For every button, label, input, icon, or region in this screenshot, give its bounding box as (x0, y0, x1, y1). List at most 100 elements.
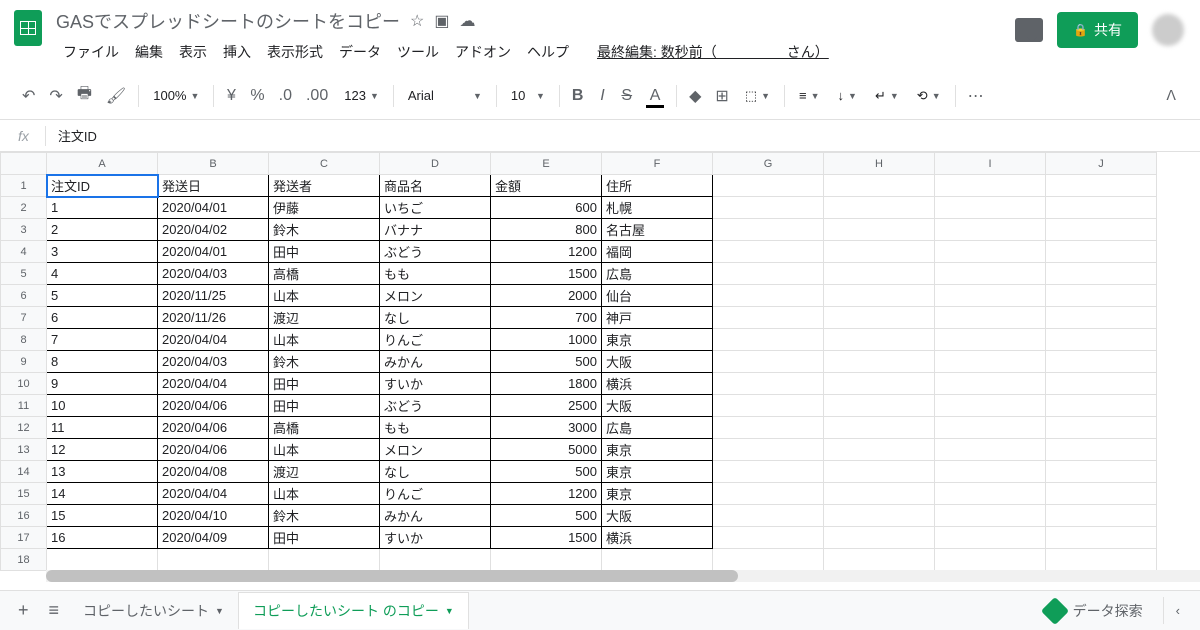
cell-B6[interactable]: 2020/11/25 (158, 285, 269, 307)
wrap-button[interactable]: ↵▼ (867, 84, 907, 108)
cell-H17[interactable] (824, 527, 935, 549)
cell-H2[interactable] (824, 197, 935, 219)
cell-I14[interactable] (935, 461, 1046, 483)
cell-C2[interactable]: 伊藤 (269, 197, 380, 219)
cell-D18[interactable] (380, 549, 491, 571)
borders-button[interactable]: ⊞ (709, 82, 734, 110)
row-header-15[interactable]: 15 (1, 483, 47, 505)
cell-F4[interactable]: 福岡 (602, 241, 713, 263)
cell-E15[interactable]: 1200 (491, 483, 602, 505)
cell-F11[interactable]: 大阪 (602, 395, 713, 417)
row-header-9[interactable]: 9 (1, 351, 47, 373)
cell-D16[interactable]: みかん (380, 505, 491, 527)
currency-button[interactable]: ¥ (220, 83, 242, 109)
cell-J8[interactable] (1046, 329, 1157, 351)
cell-I8[interactable] (935, 329, 1046, 351)
cloud-icon[interactable]: ☁ (459, 11, 475, 31)
cell-G16[interactable] (713, 505, 824, 527)
cell-A16[interactable]: 15 (47, 505, 158, 527)
cell-B1[interactable]: 発送日 (158, 175, 269, 197)
cell-B10[interactable]: 2020/04/04 (158, 373, 269, 395)
cell-D8[interactable]: りんご (380, 329, 491, 351)
cell-J9[interactable] (1046, 351, 1157, 373)
column-header-J[interactable]: J (1046, 153, 1157, 175)
cell-D6[interactable]: メロン (380, 285, 491, 307)
print-button[interactable]: 🖶 (71, 78, 98, 113)
cell-F8[interactable]: 東京 (602, 329, 713, 351)
cell-A12[interactable]: 11 (47, 417, 158, 439)
menu-data[interactable]: データ (332, 38, 388, 66)
cell-E16[interactable]: 500 (491, 505, 602, 527)
cell-D1[interactable]: 商品名 (380, 175, 491, 197)
cell-H15[interactable] (824, 483, 935, 505)
cell-J2[interactable] (1046, 197, 1157, 219)
percent-button[interactable]: % (244, 83, 270, 109)
decrease-decimal-button[interactable]: .0 (273, 83, 298, 109)
paint-format-button[interactable]: 🖌 (100, 82, 132, 110)
column-header-G[interactable]: G (713, 153, 824, 175)
cell-C14[interactable]: 渡辺 (269, 461, 380, 483)
redo-button[interactable]: ↷ (43, 82, 68, 110)
collapse-toolbar-button[interactable]: ᐱ (1158, 83, 1184, 108)
cell-C12[interactable]: 高橋 (269, 417, 380, 439)
cell-A5[interactable]: 4 (47, 263, 158, 285)
cell-F3[interactable]: 名古屋 (602, 219, 713, 241)
cell-C6[interactable]: 山本 (269, 285, 380, 307)
cell-C7[interactable]: 渡辺 (269, 307, 380, 329)
cell-J18[interactable] (1046, 549, 1157, 571)
column-header-C[interactable]: C (269, 153, 380, 175)
cell-F7[interactable]: 神戸 (602, 307, 713, 329)
row-header-4[interactable]: 4 (1, 241, 47, 263)
formula-input[interactable]: 注文ID (52, 124, 1192, 147)
menu-addons[interactable]: アドオン (448, 38, 518, 66)
menu-view[interactable]: 表示 (172, 38, 214, 66)
cell-H5[interactable] (824, 263, 935, 285)
cell-F15[interactable]: 東京 (602, 483, 713, 505)
select-all-corner[interactable] (1, 153, 47, 175)
cell-B3[interactable]: 2020/04/02 (158, 219, 269, 241)
cell-E7[interactable]: 700 (491, 307, 602, 329)
cell-A4[interactable]: 3 (47, 241, 158, 263)
cell-F6[interactable]: 仙台 (602, 285, 713, 307)
cell-J10[interactable] (1046, 373, 1157, 395)
row-header-10[interactable]: 10 (1, 373, 47, 395)
cell-H10[interactable] (824, 373, 935, 395)
cell-E8[interactable]: 1000 (491, 329, 602, 351)
cell-B5[interactable]: 2020/04/03 (158, 263, 269, 285)
cell-J12[interactable] (1046, 417, 1157, 439)
cell-H13[interactable] (824, 439, 935, 461)
cell-E17[interactable]: 1500 (491, 527, 602, 549)
comments-icon[interactable] (1015, 18, 1043, 42)
menu-format[interactable]: 表示形式 (260, 38, 330, 66)
more-toolbar-button[interactable]: ⋯ (962, 82, 990, 110)
cell-B14[interactable]: 2020/04/08 (158, 461, 269, 483)
cell-G17[interactable] (713, 527, 824, 549)
cell-E12[interactable]: 3000 (491, 417, 602, 439)
cell-H4[interactable] (824, 241, 935, 263)
cell-D2[interactable]: いちご (380, 197, 491, 219)
column-header-A[interactable]: A (47, 153, 158, 175)
cell-A17[interactable]: 16 (47, 527, 158, 549)
cell-G10[interactable] (713, 373, 824, 395)
cell-H18[interactable] (824, 549, 935, 571)
cell-J3[interactable] (1046, 219, 1157, 241)
font-dropdown[interactable]: Arial▼ (400, 84, 490, 107)
cell-E11[interactable]: 2500 (491, 395, 602, 417)
cell-G1[interactable] (713, 175, 824, 197)
row-header-12[interactable]: 12 (1, 417, 47, 439)
cell-B16[interactable]: 2020/04/10 (158, 505, 269, 527)
cell-D7[interactable]: なし (380, 307, 491, 329)
cell-I11[interactable] (935, 395, 1046, 417)
column-header-D[interactable]: D (380, 153, 491, 175)
cell-I15[interactable] (935, 483, 1046, 505)
cell-E14[interactable]: 500 (491, 461, 602, 483)
cell-B8[interactable]: 2020/04/04 (158, 329, 269, 351)
merge-button[interactable]: ⬚▼ (737, 84, 778, 108)
cell-B4[interactable]: 2020/04/01 (158, 241, 269, 263)
cell-H1[interactable] (824, 175, 935, 197)
undo-button[interactable]: ↶ (16, 82, 41, 110)
cell-I18[interactable] (935, 549, 1046, 571)
cell-E13[interactable]: 5000 (491, 439, 602, 461)
row-header-14[interactable]: 14 (1, 461, 47, 483)
cell-D3[interactable]: バナナ (380, 219, 491, 241)
